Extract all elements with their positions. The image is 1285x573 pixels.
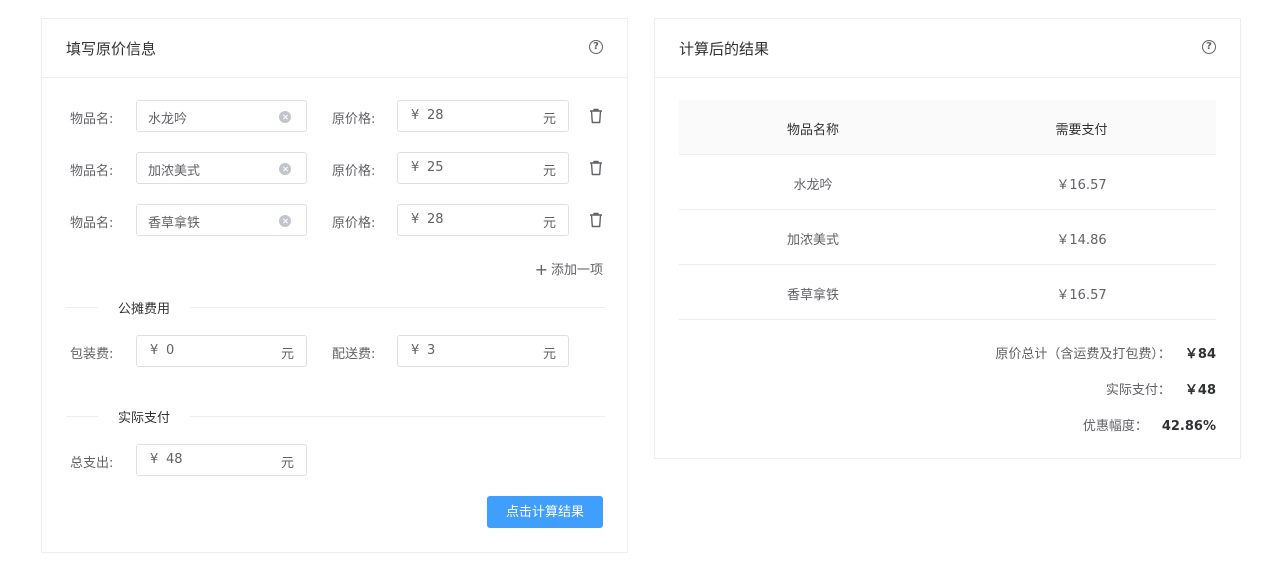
result-table: 物品名称 需要支付 水龙吟 ￥16.57 加浓美式 ￥14.86 香草拿铁 ￥1… (679, 100, 1216, 320)
item-name-input[interactable]: 水龙吟 (136, 100, 307, 132)
card-title: 计算后的结果 (679, 40, 770, 58)
item-price-value: 28 (427, 212, 444, 227)
item-name-input[interactable]: 加浓美式 (136, 152, 307, 184)
currency-symbol: ¥ (411, 108, 420, 123)
currency-symbol: ¥ (150, 343, 159, 358)
column-header: 需要支付 (1055, 123, 1108, 138)
table-cell: 香草拿铁 (786, 288, 839, 303)
card-title: 填写原价信息 (66, 40, 157, 58)
currency-symbol: ¥ (411, 212, 420, 227)
original-total-label: 原价总计（含运费及打包费）： (995, 347, 1171, 362)
table-cell: 加浓美式 (786, 233, 839, 248)
calculate-button[interactable]: 点击计算结果 (487, 496, 603, 528)
packaging-fee-label: 包装费: (70, 347, 114, 362)
item-name-value: 水龙吟 (148, 112, 188, 127)
total-input[interactable]: ¥ 48 元 (136, 444, 307, 476)
delivery-fee-value: 3 (427, 343, 436, 358)
delivery-fee-label: 配送费: (332, 347, 376, 362)
trash-icon[interactable] (589, 160, 603, 176)
discount-label: 优惠幅度： (1082, 419, 1148, 434)
actual-pay-value: ￥48 (1184, 383, 1216, 398)
currency-symbol: ¥ (411, 160, 420, 175)
packaging-fee-value: 0 (166, 343, 175, 358)
item-row: 物品名: 水龙吟 原价格: ¥ 28 元 (42, 100, 627, 132)
item-name-label: 物品名: (70, 112, 114, 127)
actual-pay-line: 实际支付： ￥48 (1106, 379, 1216, 398)
add-item-label: 添加一项 (550, 263, 603, 278)
table-row: 香草拿铁 ￥16.57 (679, 265, 1216, 320)
add-item-button[interactable]: + 添加一项 (535, 259, 603, 279)
item-price-input[interactable]: ¥ 28 元 (397, 100, 569, 132)
table-header: 物品名称 需要支付 (679, 100, 1216, 155)
close-circle-icon[interactable] (279, 163, 291, 175)
table-row: 水龙吟 ￥16.57 (679, 155, 1216, 210)
trash-icon[interactable] (589, 212, 603, 228)
result-card: 计算后的结果 ? 物品名称 需要支付 水龙吟 ￥16.57 加浓美式 ￥14.8… (654, 18, 1241, 459)
item-price-label: 原价格: (332, 164, 376, 179)
original-total-value: ￥84 (1184, 347, 1216, 362)
section-title: 实际支付 (98, 407, 191, 426)
currency-symbol: ¥ (150, 452, 159, 467)
item-name-value: 加浓美式 (148, 164, 201, 179)
item-name-value: 香草拿铁 (148, 216, 201, 231)
currency-symbol: ¥ (411, 343, 420, 358)
item-price-value: 25 (427, 160, 444, 175)
table-cell: ￥14.86 (1056, 233, 1107, 248)
card-header: 计算后的结果 ? (655, 19, 1240, 78)
unit-suffix: 元 (280, 347, 294, 362)
item-row: 物品名: 加浓美式 原价格: ¥ 25 元 (42, 152, 627, 184)
discount-value: 42.86% (1161, 419, 1216, 434)
unit-suffix: 元 (280, 456, 294, 471)
item-price-label: 原价格: (332, 216, 376, 231)
original-total-line: 原价总计（含运费及打包费）： ￥84 (995, 343, 1216, 362)
item-price-input[interactable]: ¥ 28 元 (397, 204, 569, 236)
item-price-value: 28 (427, 108, 444, 123)
total-value: 48 (166, 452, 183, 467)
unit-suffix: 元 (542, 347, 556, 362)
trash-icon[interactable] (589, 108, 603, 124)
table-cell: ￥16.57 (1056, 288, 1107, 303)
item-name-label: 物品名: (70, 164, 114, 179)
shared-fees-row: 包装费: ¥ 0 元 配送费: ¥ 3 元 (42, 335, 627, 367)
shared-fees-divider: 公摊费用 (66, 298, 605, 317)
section-title: 公摊费用 (98, 298, 191, 317)
discount-line: 优惠幅度： 42.86% (1083, 415, 1216, 434)
unit-suffix: 元 (542, 112, 556, 127)
item-row: 物品名: 香草拿铁 原价格: ¥ 28 元 (42, 204, 627, 236)
table-row: 加浓美式 ￥14.86 (679, 210, 1216, 265)
card-header: 填写原价信息 ? (42, 19, 627, 78)
column-header: 物品名称 (786, 123, 839, 138)
actual-pay-label: 实际支付： (1105, 383, 1171, 398)
total-row: 总支出: ¥ 48 元 (42, 444, 627, 476)
actual-pay-divider: 实际支付 (66, 407, 605, 426)
delivery-fee-input[interactable]: ¥ 3 元 (397, 335, 569, 367)
unit-suffix: 元 (542, 164, 556, 179)
item-price-label: 原价格: (332, 112, 376, 127)
total-label: 总支出: (70, 456, 114, 471)
original-price-card: 填写原价信息 ? 物品名: 水龙吟 原价格: ¥ 28 元 物品名: 加浓美式 … (41, 18, 628, 553)
item-name-input[interactable]: 香草拿铁 (136, 204, 307, 236)
item-name-label: 物品名: (70, 216, 114, 231)
unit-suffix: 元 (542, 216, 556, 231)
close-circle-icon[interactable] (279, 215, 291, 227)
table-cell: ￥16.57 (1056, 178, 1107, 193)
item-price-input[interactable]: ¥ 25 元 (397, 152, 569, 184)
plus-icon: + (534, 260, 548, 279)
packaging-fee-input[interactable]: ¥ 0 元 (136, 335, 307, 367)
question-circle-icon[interactable]: ? (589, 40, 603, 54)
table-cell: 水龙吟 (793, 178, 833, 193)
question-circle-icon[interactable]: ? (1202, 40, 1216, 54)
close-circle-icon[interactable] (279, 111, 291, 123)
